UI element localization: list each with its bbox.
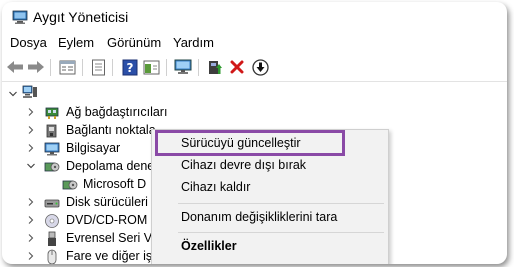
context-item-scan-hardware[interactable]: Donanım değişikliklerini tara bbox=[152, 207, 388, 229]
computer-icon bbox=[44, 142, 60, 156]
chevron-down-icon[interactable] bbox=[26, 161, 36, 171]
tree-item-dvd-cdrom[interactable]: DVD/CD-ROM s bbox=[26, 212, 157, 230]
tree-item-label: Evrensel Seri Ver bbox=[66, 231, 163, 245]
context-item-label: Cihazı kaldır bbox=[181, 180, 251, 194]
window-title: Aygıt Yöneticisi bbox=[33, 9, 129, 25]
menu-yardim[interactable]: Yardım bbox=[173, 35, 214, 50]
context-item-properties[interactable]: Özellikler bbox=[152, 236, 388, 258]
chevron-right-icon[interactable] bbox=[26, 107, 36, 117]
download-button[interactable] bbox=[250, 57, 270, 77]
chevron-right-icon[interactable] bbox=[26, 197, 36, 207]
forward-arrow-icon bbox=[28, 61, 44, 73]
network-adapter-icon bbox=[45, 107, 59, 119]
toolbar-separator bbox=[50, 59, 51, 76]
context-separator bbox=[178, 203, 384, 204]
toolbar-separator bbox=[166, 59, 167, 76]
computer-root-icon bbox=[22, 85, 37, 98]
menu-bar: Dosya Eylem Görünüm Yardım bbox=[2, 33, 507, 53]
toolbar-separator bbox=[112, 59, 113, 76]
tree-item-storage-controllers[interactable]: Depolama dene bbox=[26, 158, 166, 176]
tree-item-computer[interactable]: Bilgisayar bbox=[26, 140, 166, 158]
back-button[interactable] bbox=[5, 57, 25, 77]
storage-child-icon bbox=[62, 180, 78, 190]
properties-button[interactable] bbox=[57, 57, 77, 77]
tree-item-label: Bağlantı noktala bbox=[66, 123, 156, 137]
tree-item-usb-controllers[interactable]: Evrensel Seri Ver bbox=[26, 230, 163, 248]
tree-item-label: Disk sürücüleri bbox=[66, 195, 148, 209]
download-icon bbox=[251, 58, 269, 76]
chevron-right-icon[interactable] bbox=[26, 215, 36, 225]
monitor-icon bbox=[174, 59, 192, 74]
tree-item-network-adapters[interactable]: Ağ bağdaştırıcıları bbox=[26, 104, 226, 122]
menu-dosya[interactable]: Dosya bbox=[10, 35, 47, 50]
toolbar-separator bbox=[198, 59, 199, 76]
port-icon bbox=[46, 124, 57, 138]
storage-icon bbox=[44, 162, 60, 172]
tree-item-label: Bilgisayar bbox=[66, 141, 121, 155]
uninstall-x-icon bbox=[230, 60, 244, 74]
tree-item-disk-drives[interactable]: Disk sürücüleri bbox=[26, 194, 156, 212]
usb-icon bbox=[48, 231, 56, 246]
device-manager-window: Aygıt Yöneticisi Dosya Eylem Görünüm Yar… bbox=[2, 2, 507, 264]
tree-item-label: DVD/CD-ROM s bbox=[66, 213, 157, 227]
monitor-button[interactable] bbox=[173, 57, 193, 77]
action-pane-icon bbox=[143, 60, 159, 74]
tree-item-mice[interactable]: Fare ve diğer işa bbox=[26, 248, 160, 264]
update-driver-button[interactable] bbox=[205, 57, 225, 77]
action-pane-button[interactable] bbox=[141, 57, 161, 77]
mouse-icon bbox=[47, 249, 57, 264]
uninstall-button[interactable] bbox=[227, 57, 247, 77]
context-separator bbox=[178, 232, 384, 233]
document-icon bbox=[91, 59, 105, 75]
update-driver-icon bbox=[209, 60, 222, 74]
title-bar: Aygıt Yöneticisi bbox=[2, 2, 507, 32]
tree-item-label: Fare ve diğer işa bbox=[66, 249, 160, 263]
chevron-right-icon[interactable] bbox=[26, 233, 36, 243]
tree-item-label: Microsoft D bbox=[83, 177, 147, 191]
help-icon: ? bbox=[122, 59, 138, 75]
chevron-right-icon[interactable] bbox=[26, 251, 36, 261]
properties-icon bbox=[59, 60, 75, 74]
menu-eylem[interactable]: Eylem bbox=[58, 35, 94, 50]
context-item-uninstall-device[interactable]: Cihazı kaldır bbox=[152, 177, 388, 199]
tree-root[interactable] bbox=[8, 85, 48, 104]
context-item-label: Donanım değişikliklerini tara bbox=[181, 210, 338, 224]
chevron-right-icon[interactable] bbox=[26, 143, 36, 153]
disk-drive-icon bbox=[44, 199, 60, 208]
menu-gorunum[interactable]: Görünüm bbox=[107, 35, 161, 50]
context-item-label: Cihazı devre dışı bırak bbox=[181, 158, 307, 172]
tree-item-microsoft-storage[interactable]: Microsoft D bbox=[62, 176, 162, 194]
back-arrow-icon bbox=[7, 61, 23, 73]
toolbar-separator bbox=[82, 59, 83, 76]
device-manager-app-icon bbox=[12, 10, 28, 24]
context-item-disable-device[interactable]: Cihazı devre dışı bırak bbox=[152, 155, 388, 177]
document-button[interactable] bbox=[88, 57, 108, 77]
toolbar: ? bbox=[2, 54, 507, 80]
highlight-box bbox=[155, 130, 345, 156]
tree-item-label: Ağ bağdaştırıcıları bbox=[66, 105, 168, 119]
tree-item-label: Depolama dene bbox=[66, 159, 155, 173]
forward-button[interactable] bbox=[26, 57, 46, 77]
chevron-down-icon[interactable] bbox=[8, 89, 18, 99]
context-item-label: Özellikler bbox=[181, 239, 237, 253]
help-button[interactable]: ? bbox=[120, 57, 140, 77]
tree-item-ports[interactable]: Bağlantı noktala bbox=[26, 122, 166, 140]
svg-text:?: ? bbox=[127, 61, 134, 75]
chevron-right-icon[interactable] bbox=[26, 125, 36, 135]
dvd-drive-icon bbox=[45, 214, 59, 228]
